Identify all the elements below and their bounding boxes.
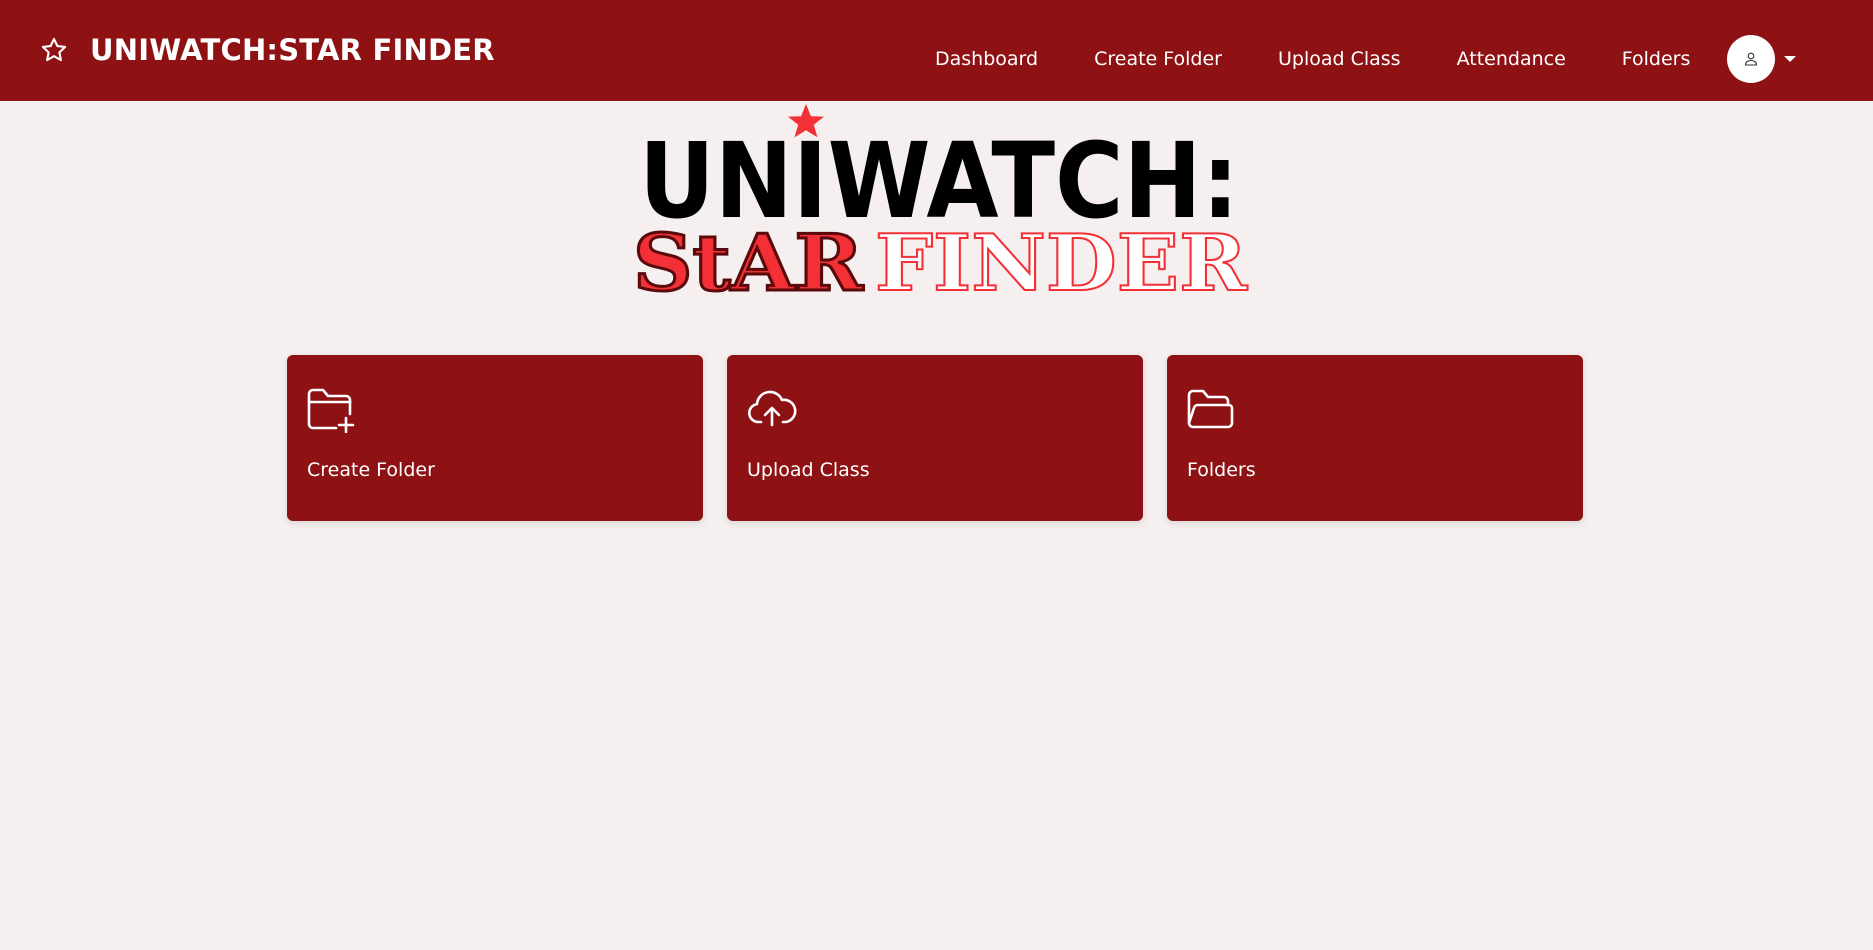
user-icon xyxy=(1744,52,1758,66)
chevron-down-icon[interactable] xyxy=(1784,56,1796,62)
uniwatch-star-finder-logo: UNIWATCH: StAR FINDER xyxy=(630,102,1250,311)
brand-home-link[interactable]: UNIWATCH:STAR FINDER xyxy=(40,28,495,72)
logo-line2-finder: FINDER xyxy=(875,218,1248,302)
top-navbar: UNIWATCH:STAR FINDER Dashboard Create Fo… xyxy=(0,0,1873,101)
nav-attendance[interactable]: Attendance xyxy=(1457,48,1566,70)
upload-class-card[interactable]: Upload Class xyxy=(727,355,1143,521)
folders-card[interactable]: Folders xyxy=(1167,355,1583,521)
app-title: UNIWATCH:STAR FINDER xyxy=(90,33,495,67)
user-menu-toggle[interactable] xyxy=(1727,35,1796,83)
create-folder-card[interactable]: Create Folder xyxy=(287,355,703,521)
cloud-upload-icon xyxy=(746,387,798,433)
folder-plus-icon xyxy=(306,387,358,434)
nav-dashboard[interactable]: Dashboard xyxy=(935,48,1038,70)
card-label: Folders xyxy=(1187,459,1256,481)
logo-line2-star: StAR xyxy=(633,218,864,302)
nav-upload-class[interactable]: Upload Class xyxy=(1278,48,1401,70)
card-label: Create Folder xyxy=(307,459,435,481)
avatar[interactable] xyxy=(1727,35,1775,83)
main-nav: Dashboard Create Folder Upload Class Att… xyxy=(935,44,1690,74)
nav-create-folder[interactable]: Create Folder xyxy=(1094,48,1222,70)
nav-folders[interactable]: Folders xyxy=(1622,48,1691,70)
star-icon xyxy=(40,36,68,64)
folder-open-icon xyxy=(1186,387,1238,433)
card-label: Upload Class xyxy=(747,459,870,481)
